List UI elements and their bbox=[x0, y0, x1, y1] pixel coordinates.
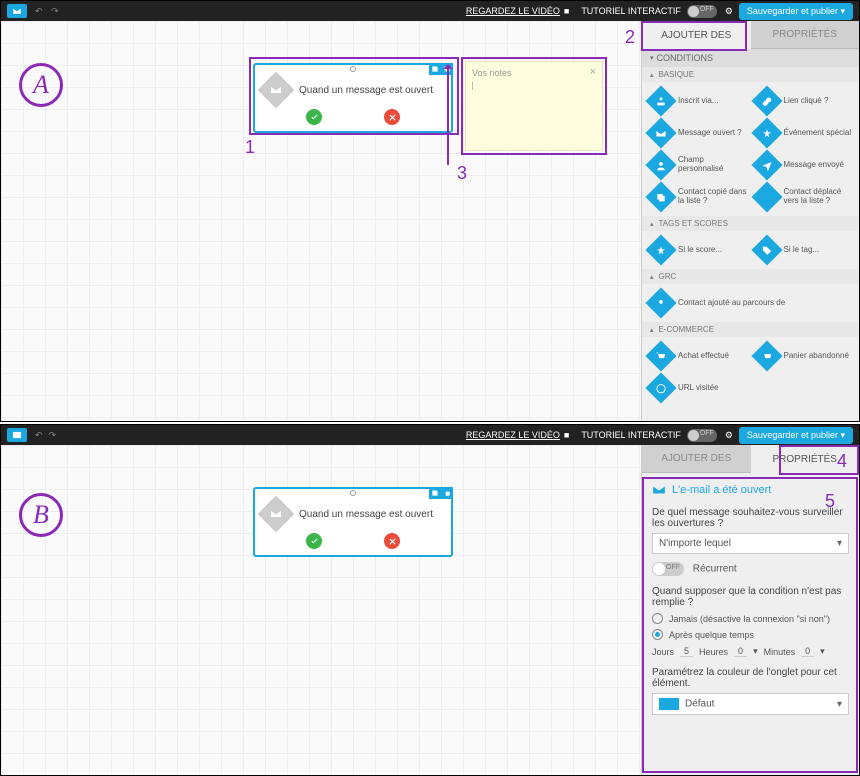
sidebar-sub-grc[interactable]: GRC bbox=[642, 269, 859, 284]
cond-achat[interactable]: Achat effectué bbox=[645, 340, 751, 372]
section-b: ↶ ↷ REGARDEZ LE VIDÉO ■ TUTORIEL INTERACT… bbox=[0, 424, 860, 776]
topbar-b: ↶ ↷ REGARDEZ LE VIDÉO ■ TUTORIEL INTERACT… bbox=[1, 425, 859, 445]
gear-icon[interactable]: ⚙ bbox=[725, 430, 733, 441]
tutorial-toggle[interactable] bbox=[687, 5, 717, 18]
topbar: ↶ ↷ REGARDEZ LE VIDÉO ■ TUTORIEL INTERAC… bbox=[1, 1, 859, 21]
envelope-icon bbox=[258, 496, 295, 533]
cond-url[interactable]: URL visitée bbox=[645, 372, 856, 404]
cond-msg-envoye[interactable]: Message envoyé bbox=[751, 149, 857, 181]
cond-msg-ouvert[interactable]: Message ouvert ? bbox=[645, 117, 751, 149]
annotation-1: 1 bbox=[245, 137, 255, 158]
note-icon[interactable] bbox=[429, 487, 441, 499]
sidebar-sub-tags[interactable]: TAGS ET SCORES bbox=[642, 216, 859, 231]
tutorial-label: TUTORIEL INTERACTIF bbox=[581, 430, 681, 440]
highlight-3 bbox=[461, 57, 607, 155]
annotation-badge-a: A bbox=[19, 63, 63, 107]
items-basic: Inscrit via... Lien cliqué ? Message ouv… bbox=[642, 82, 859, 216]
video-icon: ■ bbox=[564, 430, 569, 440]
cond-champ[interactable]: Champ personnalisé bbox=[645, 149, 751, 181]
tutorial-toggle[interactable] bbox=[687, 429, 717, 442]
sidebar-add: AJOUTER DES PROPRIÉTÉS CONDITIONS BASIQU… bbox=[641, 21, 859, 421]
cond-inscrit[interactable]: Inscrit via... bbox=[645, 85, 751, 117]
cond-evenement[interactable]: Événement spécial bbox=[751, 117, 857, 149]
no-connector[interactable] bbox=[384, 533, 400, 549]
video-icon: ■ bbox=[564, 6, 569, 16]
cond-score[interactable]: Si le score... bbox=[645, 234, 751, 266]
cond-tag[interactable]: Si le tag... bbox=[751, 234, 857, 266]
annotation-5: 5 bbox=[825, 491, 835, 512]
redo-icon[interactable]: ↷ bbox=[49, 430, 57, 440]
annotation-4: 4 bbox=[837, 451, 847, 472]
annotation-2: 2 bbox=[625, 27, 635, 48]
workflow-node[interactable]: Quand un message est ouvert bbox=[253, 63, 453, 133]
sidebar-sub-basic[interactable]: BASIQUE bbox=[642, 67, 859, 82]
node-connector-top[interactable] bbox=[350, 66, 356, 72]
save-publish-button[interactable]: Sauvegarder et publier bbox=[739, 3, 853, 20]
section-a: ↶ ↷ REGARDEZ LE VIDÉO ■ TUTORIEL INTERAC… bbox=[0, 0, 860, 422]
sidebar-section-conditions[interactable]: CONDITIONS bbox=[642, 49, 859, 67]
cond-copie[interactable]: Contact copié dans la liste ? bbox=[645, 181, 751, 213]
yes-connector[interactable] bbox=[306, 109, 322, 125]
sidebar-sub-ecom[interactable]: E-COMMERCE bbox=[642, 322, 859, 337]
annotation-badge-b: B bbox=[19, 493, 63, 537]
canvas-a[interactable]: A 1 Quand un message est ouvert bbox=[1, 21, 859, 421]
highlight-2 bbox=[641, 21, 747, 51]
node-connector-top[interactable] bbox=[350, 490, 356, 496]
highlight-4 bbox=[779, 445, 859, 475]
tab-add[interactable]: AJOUTER DES bbox=[642, 445, 751, 473]
copy-icon[interactable] bbox=[441, 487, 453, 499]
node-title: Quand un message est ouvert bbox=[299, 509, 433, 520]
undo-icon[interactable]: ↶ bbox=[35, 430, 43, 440]
app-logo-icon[interactable] bbox=[7, 428, 27, 442]
highlight-5 bbox=[642, 477, 858, 773]
watch-video-link[interactable]: REGARDEZ LE VIDÉO bbox=[466, 6, 560, 16]
no-connector[interactable] bbox=[384, 109, 400, 125]
canvas-b[interactable]: B Quand un message est ouvert bbox=[1, 445, 859, 775]
cond-lien[interactable]: Lien cliqué ? bbox=[751, 85, 857, 117]
undo-icon[interactable]: ↶ bbox=[35, 6, 43, 16]
workflow-node-b[interactable]: Quand un message est ouvert bbox=[253, 487, 453, 557]
annotation-3: 3 bbox=[457, 163, 467, 184]
gear-icon[interactable]: ⚙ bbox=[725, 6, 733, 17]
cond-deplace[interactable]: Contact déplacé vers la liste ? bbox=[751, 181, 857, 213]
cond-panier[interactable]: Panier abandonné bbox=[751, 340, 857, 372]
cond-grc-contact[interactable]: Contact ajouté au parcours de bbox=[645, 287, 856, 319]
app-logo-icon[interactable] bbox=[7, 4, 27, 18]
envelope-icon bbox=[258, 72, 295, 109]
node-title: Quand un message est ouvert bbox=[299, 85, 433, 96]
note-icon[interactable] bbox=[429, 63, 441, 75]
redo-icon[interactable]: ↷ bbox=[51, 6, 59, 16]
tab-properties[interactable]: PROPRIÉTÉS bbox=[751, 21, 860, 49]
nav-arrows: ↶ ↷ bbox=[35, 6, 65, 17]
annotation-arrow-3 bbox=[447, 65, 449, 165]
save-publish-button[interactable]: Sauvegarder et publier bbox=[739, 427, 853, 444]
watch-video-link[interactable]: REGARDEZ LE VIDÉO bbox=[466, 430, 560, 440]
yes-connector[interactable] bbox=[306, 533, 322, 549]
tutorial-label: TUTORIEL INTERACTIF bbox=[581, 6, 681, 16]
